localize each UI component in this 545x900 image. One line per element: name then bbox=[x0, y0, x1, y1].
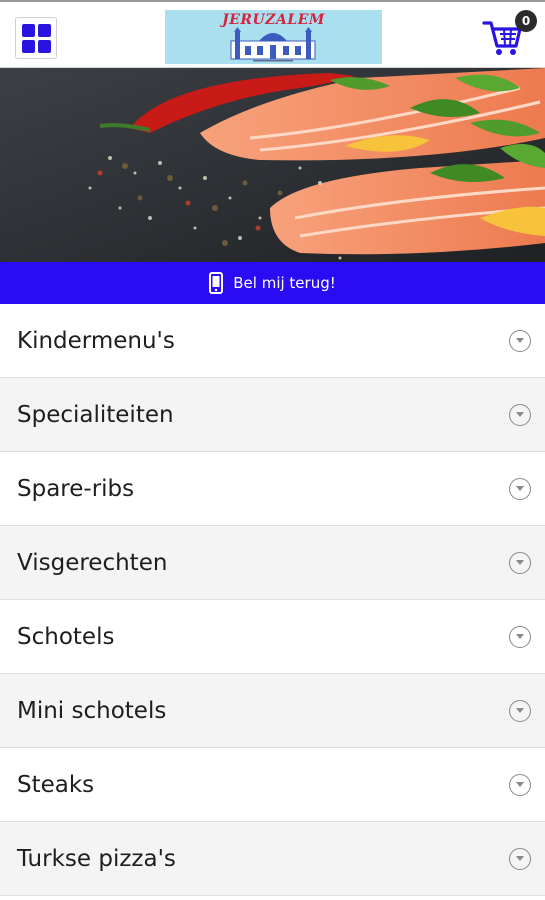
category-label: Turkse pizza's bbox=[17, 845, 176, 872]
category-label: Visgerechten bbox=[17, 549, 168, 576]
chevron-down-icon bbox=[509, 699, 531, 722]
chevron-down-icon bbox=[509, 625, 531, 648]
chevron-down-icon bbox=[509, 847, 531, 870]
category-label: Steaks bbox=[17, 771, 95, 798]
category-mini-schotels[interactable]: Mini schotels bbox=[0, 674, 545, 748]
chevron-down-icon bbox=[509, 477, 531, 500]
top-bar: JERUZALEM 0 bbox=[0, 0, 545, 68]
phone-icon bbox=[209, 272, 224, 294]
category-turkse-pizzas[interactable]: Turkse pizza's bbox=[0, 822, 545, 896]
cart-count-badge: 0 bbox=[515, 10, 537, 32]
mosque-illustration bbox=[230, 27, 316, 62]
hero-banner bbox=[0, 68, 545, 262]
category-label: Mini schotels bbox=[17, 697, 167, 724]
category-label: Kindermenu's bbox=[17, 327, 175, 354]
logo-text: JERUZALEM bbox=[222, 12, 325, 28]
salmon-banner-image bbox=[0, 68, 545, 262]
restaurant-logo[interactable]: JERUZALEM bbox=[165, 10, 382, 64]
chevron-down-icon bbox=[509, 329, 531, 352]
chevron-down-icon bbox=[509, 403, 531, 426]
category-specialiteiten[interactable]: Specialiteiten bbox=[0, 378, 545, 452]
grid-menu-button[interactable] bbox=[15, 17, 57, 59]
chevron-down-icon bbox=[509, 551, 531, 574]
category-schotels[interactable]: Schotels bbox=[0, 600, 545, 674]
category-label: Schotels bbox=[17, 623, 115, 650]
category-spare-ribs[interactable]: Spare-ribs bbox=[0, 452, 545, 526]
category-steaks[interactable]: Steaks bbox=[0, 748, 545, 822]
category-label: Specialiteiten bbox=[17, 401, 174, 428]
category-list: Kindermenu's Specialiteiten Spare-ribs V… bbox=[0, 304, 545, 896]
call-me-back-label: Bel mij terug! bbox=[233, 274, 336, 292]
category-visgerechten[interactable]: Visgerechten bbox=[0, 526, 545, 600]
chevron-down-icon bbox=[509, 773, 531, 796]
category-kindermenus[interactable]: Kindermenu's bbox=[0, 304, 545, 378]
call-me-back-button[interactable]: Bel mij terug! bbox=[0, 262, 545, 304]
category-label: Spare-ribs bbox=[17, 475, 135, 502]
grid-icon bbox=[21, 23, 35, 37]
